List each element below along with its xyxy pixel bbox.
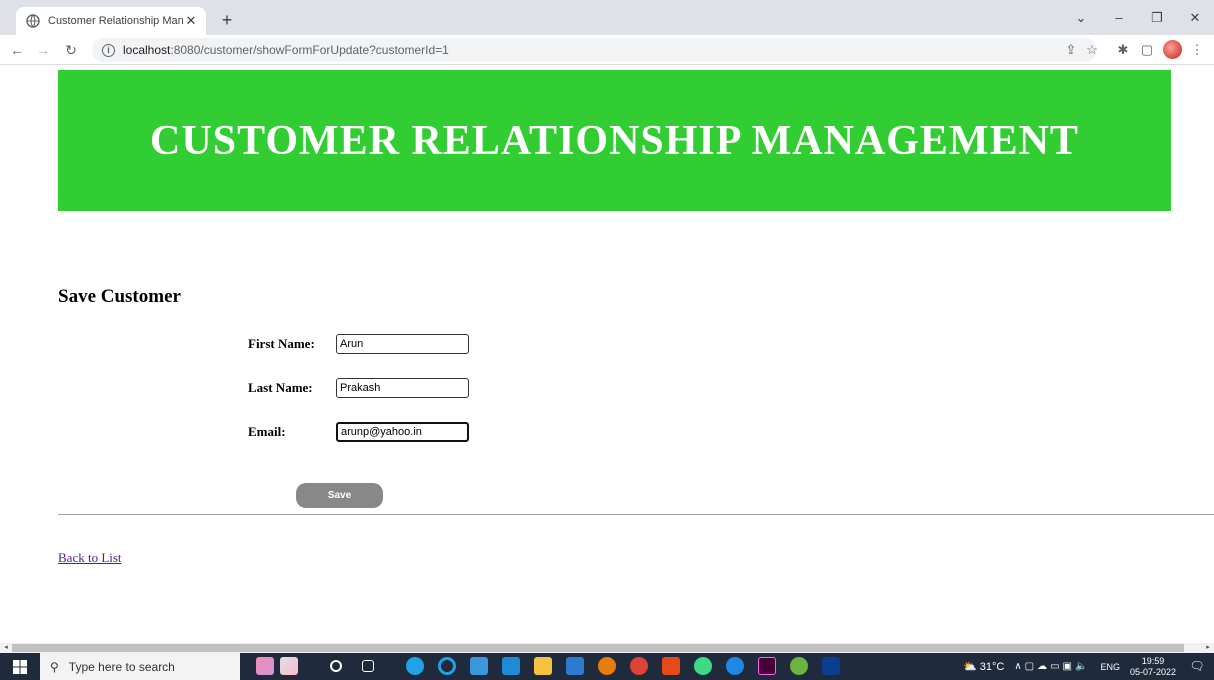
cortana-ring-icon[interactable] (438, 657, 456, 675)
browser-app-icon[interactable] (726, 657, 744, 675)
edge-icon[interactable] (406, 657, 424, 675)
file-explorer-icon[interactable] (534, 657, 552, 675)
bookmark-star-icon[interactable]: ☆ (1083, 41, 1101, 59)
browser-tab[interactable]: Customer Relationship Managem ✕ (16, 7, 206, 35)
restore-icon[interactable]: ❐ (1138, 0, 1176, 35)
address-bar[interactable]: i localhost:8080/customer/showFormForUpd… (92, 38, 1097, 62)
clock-time: 19:59 (1141, 655, 1165, 666)
email-row: Email: (248, 421, 469, 443)
tab-title: Customer Relationship Managem (48, 15, 184, 27)
search-icon: ⚲ (50, 659, 59, 674)
spring-tool-icon[interactable] (790, 657, 808, 675)
back-arrow-icon[interactable]: ← (6, 38, 28, 62)
extensions-puzzle-icon[interactable]: ✱ (1114, 41, 1132, 59)
save-button[interactable]: Save (296, 483, 383, 508)
close-window-icon[interactable]: ✕ (1176, 0, 1214, 35)
git-icon[interactable] (662, 657, 680, 675)
close-icon[interactable]: ✕ (184, 13, 198, 29)
reload-icon[interactable]: ↻ (60, 38, 82, 62)
tray-icons[interactable]: ∧▢☁▭▣🔈 (1014, 661, 1090, 672)
mail-icon[interactable] (502, 657, 520, 675)
page-title: CUSTOMER RELATIONSHIP MANAGEMENT (150, 117, 1079, 164)
scrollbar-thumb[interactable] (12, 644, 1184, 652)
first-name-label: First Name: (248, 336, 315, 351)
side-panel-icon[interactable]: ▢ (1138, 41, 1156, 59)
profile-avatar[interactable] (1163, 40, 1182, 59)
forward-arrow-icon[interactable]: → (32, 38, 54, 62)
mysql-icon[interactable] (822, 657, 840, 675)
globe-icon (26, 14, 40, 28)
adobe-xd-icon[interactable] (758, 657, 776, 675)
temperature: 31°C (979, 661, 1005, 673)
last-name-input[interactable] (336, 378, 469, 398)
minimize-icon[interactable]: – (1100, 0, 1138, 35)
last-name-label: Last Name: (248, 380, 313, 395)
email-input[interactable] (336, 422, 469, 442)
horizontal-scrollbar[interactable]: ◂ ▸ (0, 643, 1214, 653)
system-tray: ⛅ 31°C ∧▢☁▭▣🔈 ENG 19:59 05-07-2022 🗨 (963, 653, 1214, 680)
language-indicator[interactable]: ENG (1100, 662, 1120, 672)
first-name-input[interactable] (336, 334, 469, 354)
task-view-icon[interactable] (362, 660, 374, 672)
windows-logo-icon (13, 659, 27, 674)
share-icon[interactable]: ⇪ (1062, 41, 1080, 59)
back-to-list-link[interactable]: Back to List (58, 550, 122, 566)
blender-icon[interactable] (598, 657, 616, 675)
search-placeholder: Type here to search (68, 659, 175, 674)
divider (58, 514, 1214, 515)
browser-toolbar: ← → ↻ i localhost:8080/customer/showForm… (0, 35, 1214, 65)
vscode-icon[interactable] (566, 657, 584, 675)
clock-date: 05-07-2022 (1129, 666, 1176, 677)
header-banner: CUSTOMER RELATIONSHIP MANAGEMENT (58, 70, 1171, 211)
first-name-row: First Name: (248, 333, 469, 355)
android-studio-icon[interactable] (694, 657, 712, 675)
widget-icon[interactable] (280, 657, 298, 675)
store-icon[interactable] (470, 657, 488, 675)
notification-icon[interactable]: 🗨 (1188, 659, 1206, 675)
scroll-right-icon[interactable]: ▸ (1202, 643, 1214, 653)
new-tab-icon[interactable]: + (216, 9, 238, 31)
scroll-left-icon[interactable]: ◂ (0, 643, 12, 653)
weather-widget[interactable]: ⛅ 31°C (963, 660, 1004, 673)
url-host: localhost (123, 43, 171, 57)
browser-tab-strip: Customer Relationship Managem ✕ + ⌄ – ❐ … (0, 0, 1214, 35)
window-controls: ⌄ – ❐ ✕ (1062, 0, 1214, 35)
last-name-row: Last Name: (248, 377, 469, 399)
email-label: Email: (248, 424, 286, 439)
news-widget-icon[interactable] (256, 657, 274, 675)
taskbar-search[interactable]: ⚲ Type here to search (40, 653, 240, 680)
menu-kebab-icon[interactable]: ⋮ (1188, 41, 1206, 59)
form-heading: Save Customer (58, 286, 181, 307)
taskbar: ⚲ Type here to search ⛅ 31°C ∧▢☁▭▣🔈 ENG … (0, 653, 1214, 680)
chrome-icon[interactable] (630, 657, 648, 675)
clock[interactable]: 19:59 05-07-2022 (1130, 656, 1176, 678)
windows-start-button[interactable] (0, 653, 40, 680)
tab-search-icon[interactable]: ⌄ (1062, 0, 1100, 35)
url-path: :8080/customer/showFormForUpdate?custome… (170, 43, 449, 57)
cortana-icon[interactable] (330, 660, 342, 672)
info-icon[interactable]: i (102, 43, 115, 57)
